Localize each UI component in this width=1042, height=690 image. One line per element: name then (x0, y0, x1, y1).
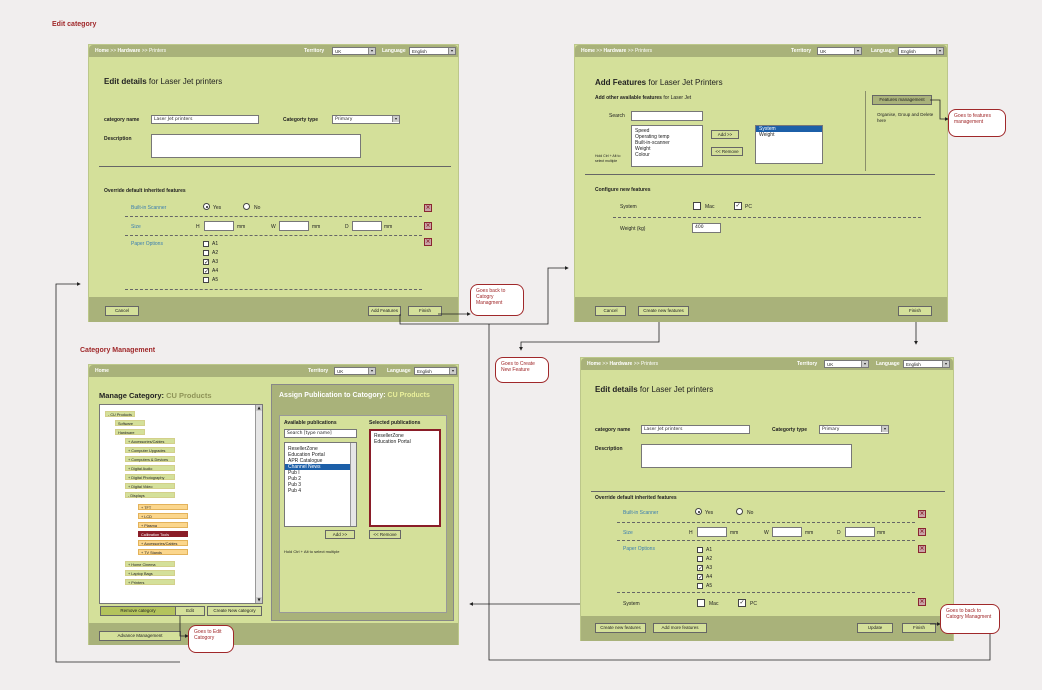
note-goes-back-category: Goes back to Catogry Managment (470, 284, 524, 316)
note-create-new-feature: Goes to Create New Feature (495, 357, 549, 383)
note-features-management: Goes to features management (948, 109, 1006, 137)
connector (488, 324, 991, 661)
note-edit-category: Goes to Edit Catogory (188, 625, 234, 653)
note-back-category: Goes to back to Catogry Managment (940, 604, 1000, 634)
connector (55, 282, 180, 663)
storyboard-canvas: Edit category Category Management Home >… (0, 0, 1042, 690)
connector (179, 616, 189, 638)
connector (930, 99, 949, 121)
flow-connectors (55, 99, 991, 663)
connector (519, 322, 660, 351)
